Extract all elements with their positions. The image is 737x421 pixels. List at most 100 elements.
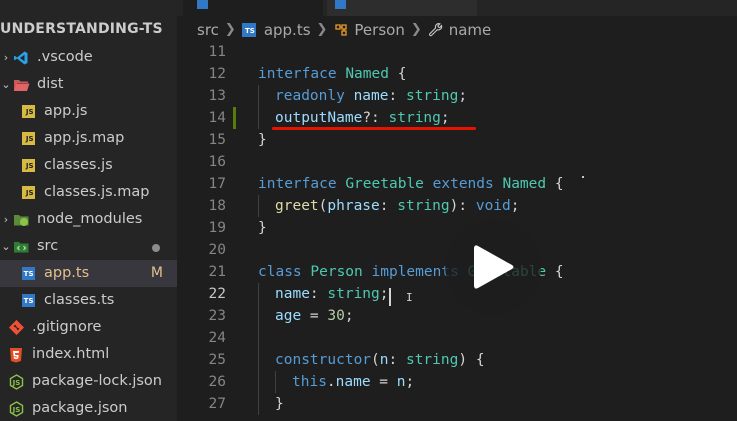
annotation-underline [272,127,476,130]
tree-item-label: .vscode [37,49,93,65]
line-number: 21 [208,264,226,280]
code-token: Person [310,264,363,280]
indent-guide [258,327,275,349]
tree-item-package-lock[interactable]: JS package-lock.json [0,368,177,395]
ts-file-icon: TS [19,293,37,309]
tree-item-classes-js-map[interactable]: JS classes.js.map [0,179,177,206]
editor-area: src ❯ TS app.ts ❯ Person ❯ name 11 12 int… [177,0,737,421]
tree-item-app-js[interactable]: JS app.js [0,98,177,125]
code-token: string [405,88,459,104]
indent-guide [258,85,275,107]
code-token: = [370,374,397,390]
project-header[interactable]: UNDERSTANDING-TS [0,14,177,44]
line-number: 11 [208,44,226,60]
video-play-button[interactable] [445,219,541,315]
line-number: 20 [208,242,226,258]
tree-item-app-js-map[interactable]: JS app.js.map [0,125,177,152]
breadcrumb-member[interactable]: name [449,16,492,44]
svg-text:JS: JS [11,406,20,414]
git-icon [7,320,25,336]
chevron-right-icon: ❯ [316,22,328,37]
node-modules-folder-icon [12,212,30,228]
tab-classes-ts[interactable] [327,0,477,16]
code-token: n [379,352,389,368]
tree-item-gitignore[interactable]: .gitignore [0,314,177,341]
code-token: : [388,352,406,368]
code-token: { [546,176,564,192]
tree-item-label: node_modules [37,211,143,227]
tree-item-package-json[interactable]: JS package.json [0,395,177,421]
code-token: ; [379,286,389,302]
line-number: 22 [208,286,226,302]
code-token: : [388,88,406,104]
code-token: interface [258,176,337,192]
line-number: 17 [208,176,226,192]
code-token: constructor [275,352,372,368]
code-token: interface [258,66,337,82]
tree-item-label: src [37,238,59,254]
code-token: name [275,286,310,302]
code-token: name [353,88,389,104]
tree-item-src[interactable]: ⌄ src [0,233,177,260]
tree-item-node-modules[interactable]: › node_modules [0,206,177,233]
line-number: 23 [208,308,226,324]
code-editor[interactable]: 11 12 interface Named { 13 readonly name: … [177,41,737,415]
chevron-right-icon: › [3,213,9,226]
code-token: } [275,396,284,412]
indent-guide [258,371,275,393]
mouse-pointer-dot [582,176,584,178]
code-line: 27} [177,393,737,415]
tree-item-classes-js[interactable]: JS classes.js [0,152,177,179]
code-token: string [327,286,380,302]
line-number: 24 [208,330,226,346]
indent-guide [275,371,292,393]
breadcrumb-file[interactable]: app.ts [264,16,311,44]
tree-item-label: app.js.map [44,130,125,146]
code-token: string [397,198,450,214]
tree-item-index-html[interactable]: index.html [0,341,177,368]
code-line: 15} [177,129,737,151]
tab-app-ts[interactable] [183,0,323,16]
vscode-folder-icon [12,50,30,66]
tree-item-label: package-lock.json [32,373,162,389]
tree-item-label: classes.ts [44,292,115,308]
code-token: string [405,352,459,368]
line-number: 15 [208,132,226,148]
code-line: 24 [177,327,737,349]
code-line: 25 constructor(n: string) { [177,349,737,371]
code-line: 16 [177,151,737,173]
chevron-right-icon: ❯ [410,22,422,37]
js-file-icon: JS [19,158,37,174]
breadcrumb-src[interactable]: src [197,16,219,44]
chevron-down-icon: ⌄ [1,240,11,253]
code-line: 23 age = 30; [177,305,737,327]
indent-guide [258,305,275,327]
tree-item-label: classes.js.map [44,184,150,200]
code-token: . [326,374,336,390]
breadcrumb-symbol[interactable]: Person [354,16,404,44]
line-number: 14 [208,110,226,126]
tree-item-dist[interactable]: ⌄ dist [0,71,177,98]
line-number: 12 [208,66,226,82]
code-token: outputName [275,110,363,126]
code-token: Named [502,176,547,192]
tree-item-classes-ts[interactable]: TS classes.ts [0,287,177,314]
chevron-down-icon: ⌄ [1,78,11,91]
tree-item-vscode[interactable]: › .vscode [0,44,177,71]
js-file-icon: JS [19,185,37,201]
code-token: age [275,308,302,324]
code-token: name [335,374,371,390]
line-number: 27 [208,396,226,412]
code-token: { [546,264,564,280]
code-line: 12 interface Named { [177,63,737,85]
code-token: string [388,110,441,126]
ts-file-icon [335,0,346,9]
code-token: extends [432,176,494,192]
tree-item-app-ts[interactable]: TS app.ts M [0,260,177,287]
explorer-sidebar: UNDERSTANDING-TS › .vscode ⌄ dist JS app… [0,0,177,421]
git-modified-gutter-mark [233,107,236,129]
tree-item-label: dist [37,76,64,92]
